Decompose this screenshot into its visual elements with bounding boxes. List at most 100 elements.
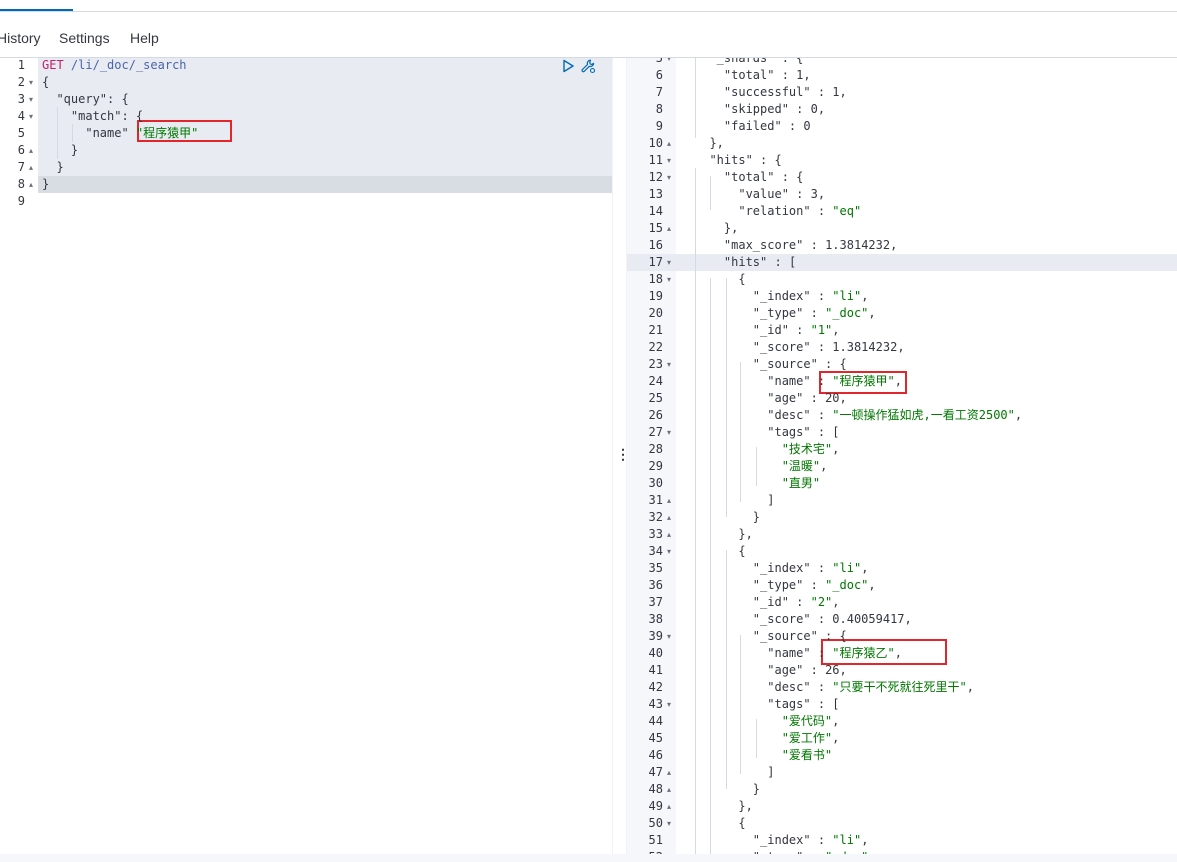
menu-history[interactable]: History xyxy=(0,30,41,46)
play-icon[interactable] xyxy=(561,59,575,73)
code-token: : xyxy=(781,119,804,133)
line-number: 14 xyxy=(648,204,663,218)
fold-close-icon[interactable]: ▴ xyxy=(667,220,671,237)
fold-close-icon[interactable]: ▴ xyxy=(667,135,671,152)
fold-close-icon[interactable]: ▴ xyxy=(667,526,671,543)
fold-open-icon[interactable]: ▾ xyxy=(667,254,671,271)
code-token: "max_score" xyxy=(723,238,804,252)
fold-open-icon[interactable]: ▾ xyxy=(667,696,671,713)
request-editor[interactable]: 1 GET /li/_doc/_search 2 ▾{3 ▾ "query": {4 ▾ … xyxy=(0,58,612,854)
fold-close-icon[interactable]: ▴ xyxy=(29,176,33,193)
line-number: 42 xyxy=(648,680,663,694)
fold-open-icon[interactable]: ▾ xyxy=(29,108,33,125)
code-token: , xyxy=(839,85,847,99)
fold-open-icon[interactable]: ▾ xyxy=(667,152,671,169)
code-line: "desc" : "只要干不死就往死里干", xyxy=(695,679,974,696)
line-number: 19 xyxy=(648,289,663,303)
fold-open-icon[interactable]: ▾ xyxy=(29,74,33,91)
fold-open-icon[interactable]: ▾ xyxy=(667,356,671,373)
fold-close-icon[interactable]: ▴ xyxy=(29,142,33,159)
code-line: "_type" : "_doc", xyxy=(695,305,876,322)
code-token: : { xyxy=(107,92,129,106)
code-line: "直男" xyxy=(695,475,820,492)
line-number: 26 xyxy=(648,408,663,422)
code-line: ] xyxy=(695,492,774,509)
code-token: "_index" xyxy=(752,833,811,847)
code-token: 1.3814232 xyxy=(825,238,891,252)
code-token: : xyxy=(810,612,833,626)
code-token: , xyxy=(839,391,847,405)
indent-guide xyxy=(756,447,757,486)
code-line: }, xyxy=(695,526,752,543)
code-line: "_id" : "2", xyxy=(695,594,840,611)
code-line: "skipped" : 0, xyxy=(695,101,825,118)
code-line: "hits" : { xyxy=(695,152,781,169)
code-token: , xyxy=(832,714,840,728)
fold-close-icon[interactable]: ▴ xyxy=(667,781,671,798)
code-token: , xyxy=(820,459,828,473)
code-line: "name" "程序猿甲" xyxy=(42,125,198,142)
fold-open-icon[interactable]: ▾ xyxy=(667,543,671,560)
fold-open-icon[interactable]: ▾ xyxy=(29,91,33,108)
code-token: , xyxy=(1014,408,1023,422)
code-token: "_doc" xyxy=(825,306,869,320)
code-token: 0.40059417 xyxy=(832,612,905,626)
code-token: } xyxy=(695,510,761,524)
code-token: , xyxy=(861,289,869,303)
line-number: 44 xyxy=(648,714,663,728)
code-token: : xyxy=(810,833,833,847)
code-line: "_id" : "1", xyxy=(695,322,840,339)
code-token: "爱看书" xyxy=(781,748,833,762)
fold-open-icon[interactable]: ▾ xyxy=(667,628,671,645)
fold-close-icon[interactable]: ▴ xyxy=(29,159,33,176)
code-token: "爱工作" xyxy=(781,731,833,745)
wrench-icon[interactable] xyxy=(580,58,597,75)
fold-close-icon[interactable]: ▴ xyxy=(667,798,671,815)
fold-close-icon[interactable]: ▴ xyxy=(667,764,671,781)
code-token: "tags" xyxy=(767,697,811,711)
code-token: : xyxy=(810,204,833,218)
code-line: "failed" : 0 xyxy=(695,118,811,135)
line-number: 43 xyxy=(648,697,663,711)
menu-settings[interactable]: Settings xyxy=(59,30,110,46)
line-number: 28 xyxy=(648,442,663,456)
code-token: "total" xyxy=(723,170,775,184)
fold-open-icon[interactable]: ▾ xyxy=(667,58,671,67)
line-number: 37 xyxy=(648,595,663,609)
fold-close-icon[interactable]: ▴ xyxy=(667,509,671,526)
code-token: : xyxy=(810,289,833,303)
fold-open-icon[interactable]: ▾ xyxy=(667,815,671,832)
line-number: 5 xyxy=(17,126,25,140)
code-token: 26 xyxy=(825,663,840,677)
code-line: { xyxy=(695,271,745,288)
code-token: 1 xyxy=(832,85,840,99)
menu-help[interactable]: Help xyxy=(130,30,159,46)
code-token: , xyxy=(832,442,840,456)
code-line: GET /li/_doc/_search xyxy=(42,57,187,74)
fold-open-icon[interactable]: ▾ xyxy=(667,424,671,441)
code-line: "total" : 1, xyxy=(695,67,811,84)
line-number: 31 xyxy=(648,493,663,507)
code-token: , xyxy=(832,595,840,609)
indent-guide xyxy=(695,168,696,854)
code-token: } xyxy=(695,782,761,796)
line-number: 33 xyxy=(648,527,663,541)
fold-open-icon[interactable]: ▾ xyxy=(667,271,671,288)
code-token: : { xyxy=(121,109,144,123)
fold-open-icon[interactable]: ▾ xyxy=(667,169,671,186)
fold-close-icon[interactable]: ▴ xyxy=(667,492,671,509)
response-viewer[interactable]: 5 ▾ "_shards" : {6 "total" : 1, 7 "success… xyxy=(627,58,1177,854)
code-token: "query" xyxy=(56,92,108,106)
code-line: "技术宅", xyxy=(695,441,840,458)
code-token: : xyxy=(788,595,811,609)
code-line: "温暖", xyxy=(695,458,828,475)
